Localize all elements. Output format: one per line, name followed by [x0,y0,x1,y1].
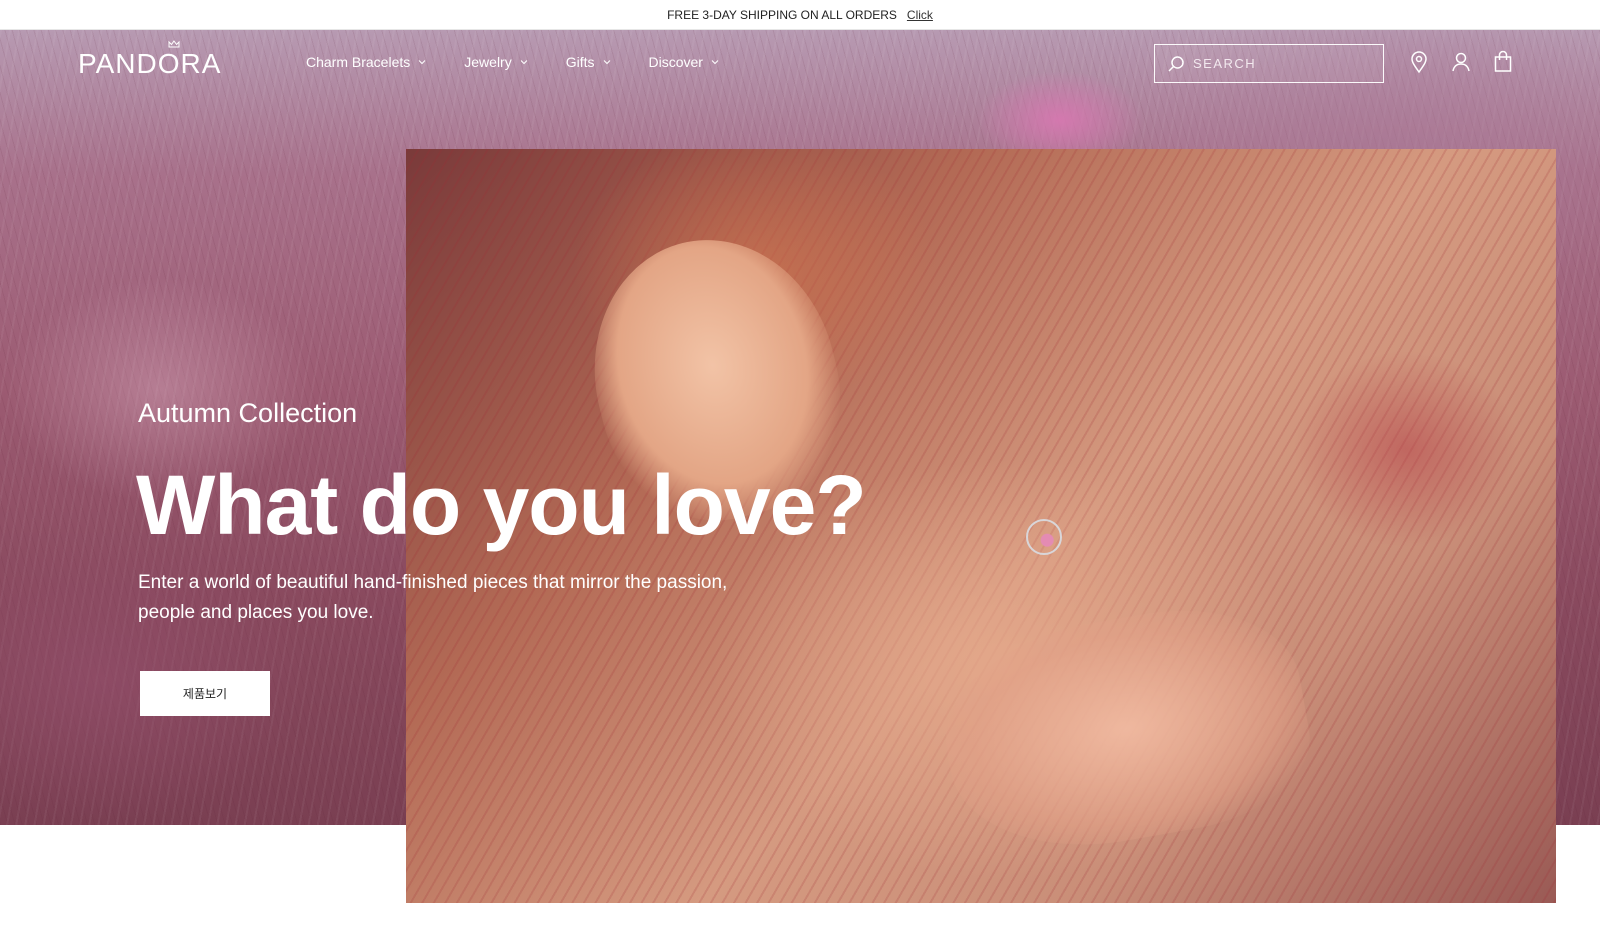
account-icon[interactable] [1450,50,1472,74]
chevron-down-icon [603,60,610,65]
announcement-text: FREE 3-DAY SHIPPING ON ALL ORDERS [667,7,897,22]
hero-subtitle: Enter a world of beautiful hand-finished… [138,572,728,623]
nav-item-jewelry[interactable]: Jewelry [464,54,528,70]
nav-item-gifts[interactable]: Gifts [566,54,611,70]
brand-logo[interactable]: PANDORA [78,40,222,84]
nav-item-label: Charm Bracelets [306,54,411,70]
announcement-bar: FREE 3-DAY SHIPPING ON ALL ORDERS Click [0,0,1600,30]
chevron-down-icon [520,60,528,65]
shopping-bag-icon[interactable] [1492,50,1514,74]
search-icon [1168,55,1184,72]
chevron-down-icon [418,60,426,65]
shop-products-button[interactable]: 제품보기 [140,671,270,716]
search-box[interactable] [1154,44,1384,83]
main-nav: Charm Bracelets Jewelry Gifts Discover [306,54,719,70]
model-hands-shape [929,589,1323,869]
hero-title: What do you love? [136,458,867,552]
nav-item-label: Discover [648,54,703,70]
crown-icon [168,40,180,48]
chevron-down-icon [711,60,719,65]
site-header: PANDORA Charm Bracelets Jewelry Gifts Di… [0,30,1600,98]
pendant-charm-shape [1026,519,1062,555]
utility-icons [1408,50,1514,74]
nav-item-charm-bracelets[interactable]: Charm Bracelets [306,54,426,70]
nav-item-label: Jewelry [464,54,512,70]
announcement-link[interactable]: Click [907,8,933,22]
nav-item-label: Gifts [565,54,595,70]
location-pin-icon[interactable] [1408,50,1430,74]
hero-eyebrow: Autumn Collection [138,398,358,428]
nav-item-discover[interactable]: Discover [649,54,719,70]
search-input[interactable] [1193,56,1363,71]
brand-logo-text: PANDORA [78,48,222,79]
